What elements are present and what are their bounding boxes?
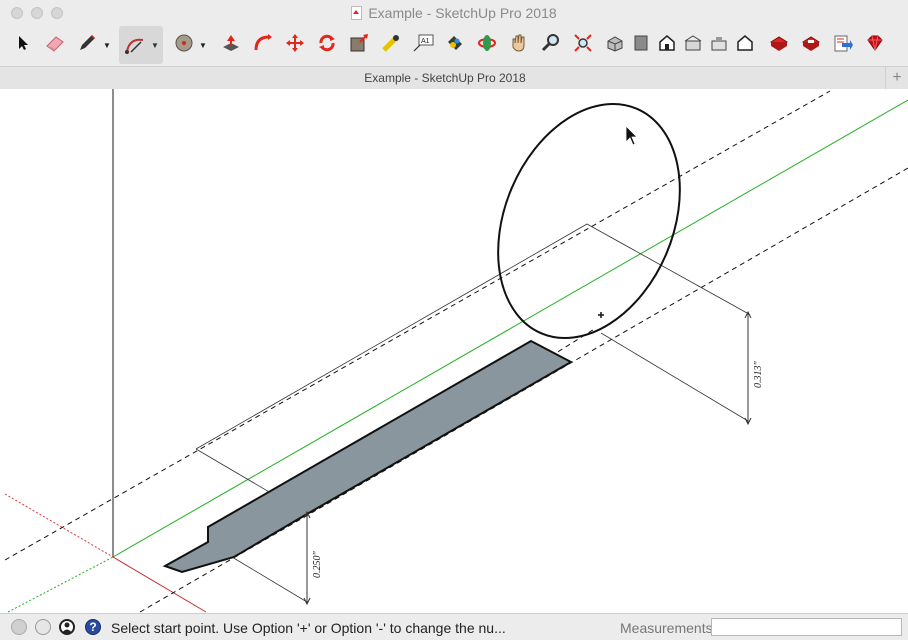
extension-warehouse-icon [802,36,820,51]
text-tool-button[interactable]: A1 [410,30,436,56]
red-axis-negative [4,493,114,558]
zoom-icon [541,34,559,52]
window-title: Example - SketchUp Pro 2018 [368,5,557,21]
select-icon [19,36,28,50]
right-view-button[interactable] [680,30,706,56]
right-view-icon [684,35,702,51]
follow-me-tool-button[interactable] [250,30,276,56]
move-tool-button[interactable] [282,30,308,56]
dimension-label-left[interactable]: 0.250" [312,551,323,579]
top-view-icon [634,35,648,51]
send-to-layout-button[interactable] [830,30,856,56]
front-view-button[interactable] [654,30,680,56]
left-view-icon [737,35,753,51]
geo-location-icon[interactable] [11,619,27,635]
credits-icon[interactable] [35,619,51,635]
svg-text:A1: A1 [421,38,430,45]
push-pull-tool-button[interactable] [218,30,244,56]
paint-bucket-icon [448,36,462,50]
green-axis [112,99,908,558]
document-tab-bar: Example - SketchUp Pro 2018 + [0,67,908,90]
zoom-extents-tool-button[interactable] [570,30,596,56]
dimension-label-right[interactable]: 0.313" [753,361,764,389]
iso-view-button[interactable] [602,30,628,56]
ruby-console-button[interactable] [862,30,888,56]
ruby-console-icon [867,35,883,51]
title-bar: Example - SketchUp Pro 2018 [0,0,908,26]
status-bar: ? Select start point. Use Option '+' or … [0,613,908,640]
top-view-button[interactable] [628,30,654,56]
extension-line-bottom [231,556,308,603]
green-axis-negative [7,556,114,613]
pan-hand-icon [512,34,525,52]
left-view-button[interactable] [732,30,758,56]
circle-entity[interactable] [464,89,714,366]
line-dropdown-chevron-icon[interactable]: ▼ [103,41,111,50]
send-to-layout-icon [834,35,853,52]
help-icon[interactable]: ? [85,619,101,635]
arc-tool-button[interactable]: ▼ [119,26,163,64]
pan-tool-button[interactable] [506,30,532,56]
paint-bucket-tool-button[interactable] [442,30,468,56]
zoom-extents-icon [574,34,592,52]
arc-dropdown-chevron-icon[interactable]: ▼ [151,41,159,50]
main-toolbar: ▼ ▼ ▼ A1 [0,26,908,67]
tape-measure-tool-button[interactable] [378,30,404,56]
text-label-icon: A1 [413,34,434,52]
shapes-tool-button[interactable] [171,30,197,56]
extension-line-right [600,332,749,422]
orbit-icon [478,35,496,51]
guide-line-upper [4,90,831,561]
orbit-tool-button[interactable] [474,30,500,56]
measurements-input[interactable] [711,618,902,636]
select-tool-button[interactable] [10,30,36,56]
document-icon [351,6,363,20]
push-pull-icon [223,35,239,51]
iso-view-icon [607,36,623,52]
circle-shapes-icon [175,34,193,52]
add-tab-button[interactable]: + [885,67,908,89]
back-view-icon [711,37,727,51]
scale-tool-button[interactable] [346,30,372,56]
user-account-icon[interactable] [59,619,75,635]
pencil-line-icon [80,35,95,50]
3d-warehouse-button[interactable] [766,30,792,56]
eraser-icon [46,36,64,52]
move-icon [286,34,304,52]
measurements-label: Measurements [620,620,713,636]
profile-face[interactable] [162,339,574,574]
rotate-icon [319,34,335,52]
model-viewport[interactable]: 0.313" 0.250" [0,89,908,613]
status-message: Select start point. Use Option '+' or Op… [111,620,506,636]
extension-warehouse-button[interactable] [798,30,824,56]
window-title-wrap: Example - SketchUp Pro 2018 [0,0,908,26]
user-silhouette-icon [62,622,72,633]
shapes-dropdown-chevron-icon[interactable]: ▼ [199,41,207,50]
tape-measure-icon [382,35,399,52]
model-scene[interactable]: 0.313" 0.250" [0,89,908,613]
front-view-icon [659,35,675,51]
back-view-button[interactable] [706,30,732,56]
inference-point [598,312,604,318]
line-tool-button[interactable] [74,30,100,56]
mouse-cursor-icon [625,125,638,146]
warehouse-icon [770,36,788,51]
arc-icon [125,38,144,54]
rotate-tool-button[interactable] [314,30,340,56]
document-tab[interactable]: Example - SketchUp Pro 2018 [0,67,890,89]
zoom-tool-button[interactable] [538,30,564,56]
scale-icon [350,34,368,52]
follow-me-icon [254,34,272,51]
eraser-tool-button[interactable] [42,30,68,56]
